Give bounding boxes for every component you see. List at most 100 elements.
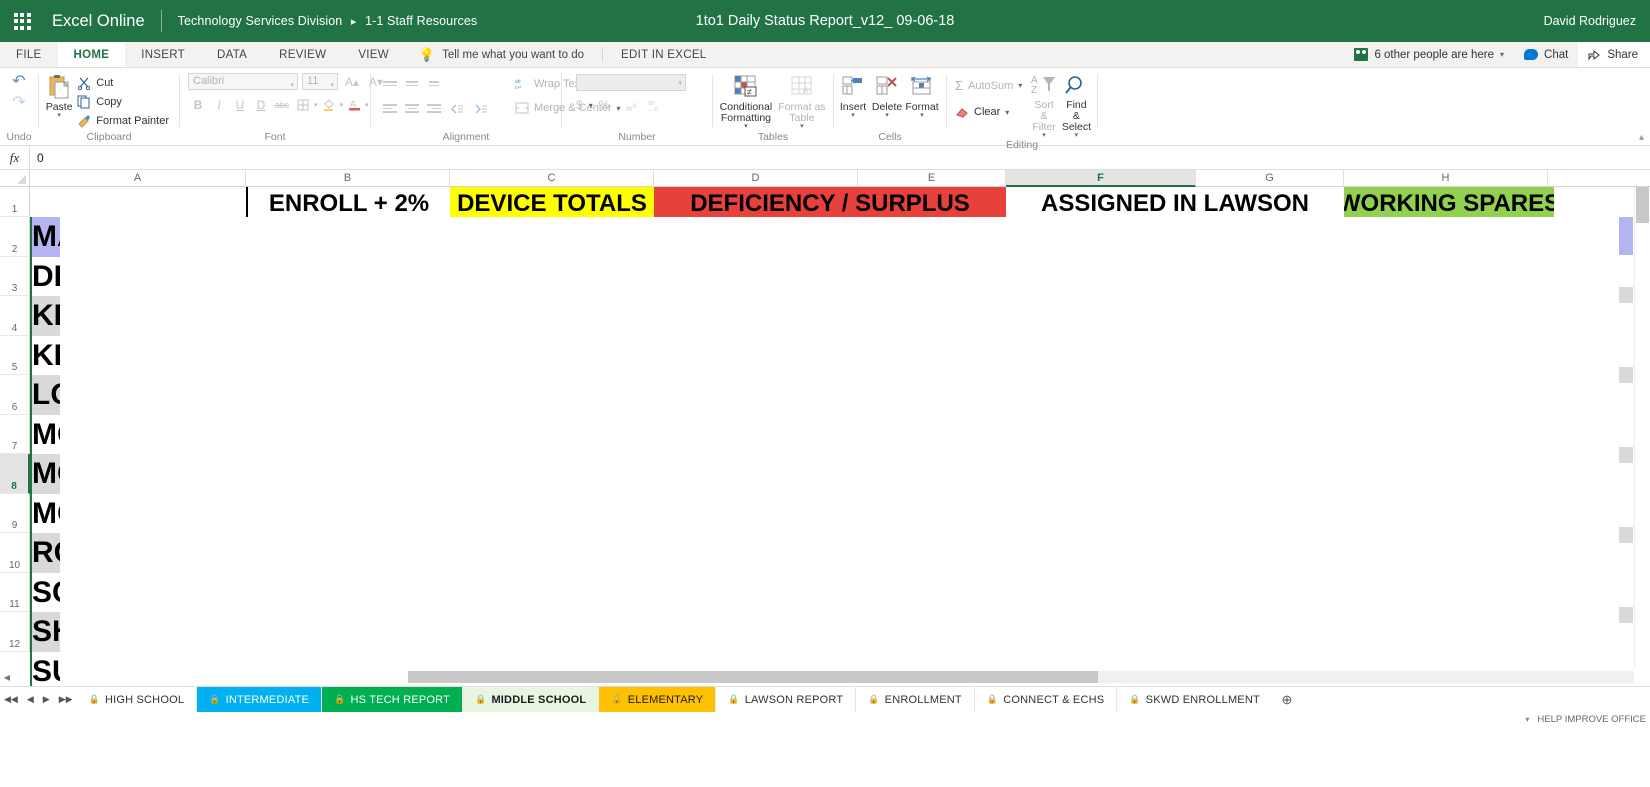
column-header-h[interactable]: H xyxy=(1344,170,1548,187)
row-header-5[interactable]: 5 xyxy=(0,335,30,375)
cell-area[interactable]: ENROLL + 2% DEVICE TOTALS DEFICIENCY / S… xyxy=(30,187,1650,686)
vertical-scrollbar-thumb[interactable] xyxy=(1636,187,1649,223)
vertical-scrollbar[interactable] xyxy=(1634,187,1650,668)
align-top-button[interactable] xyxy=(381,75,399,92)
sheet-tab-enrollment[interactable]: 🔒 ENROLLMENT xyxy=(856,687,975,712)
chevron-down-icon[interactable]: ▾ xyxy=(589,101,593,110)
strikethrough-button[interactable]: abc xyxy=(272,95,292,114)
chevron-down-icon[interactable]: ▾ xyxy=(744,123,748,130)
row-header-3[interactable]: 3 xyxy=(0,256,30,296)
column-header-g[interactable]: G xyxy=(1196,170,1344,187)
double-underline-button[interactable]: D xyxy=(251,95,271,114)
column-header-f[interactable]: F xyxy=(1006,170,1196,187)
row-header-11[interactable]: 11 xyxy=(0,572,30,612)
format-cells-button[interactable]: Format ▾ xyxy=(904,72,940,119)
help-improve-office-label[interactable]: HELP IMPROVE OFFICE xyxy=(1537,714,1646,725)
format-as-table-button[interactable]: A Format as Table ▾ xyxy=(777,72,827,130)
align-center-button[interactable] xyxy=(403,100,421,117)
copy-button[interactable]: Copy xyxy=(73,93,173,111)
status-caret-icon[interactable]: ▾ xyxy=(1525,715,1529,724)
next-sheet-icon[interactable]: ▶ xyxy=(43,694,50,705)
chevron-down-icon[interactable]: ▾ xyxy=(365,101,369,109)
cell-a4[interactable]: KEN xyxy=(30,296,60,336)
tab-home[interactable]: HOME xyxy=(57,42,126,67)
sheet-tab-high-school[interactable]: 🔒 HIGH SCHOOL xyxy=(76,687,198,712)
row-header-1[interactable]: 1 xyxy=(0,187,30,217)
align-middle-button[interactable] xyxy=(403,75,421,92)
cell-a3[interactable]: DEL xyxy=(30,257,60,297)
cut-button[interactable]: Cut xyxy=(73,74,173,92)
format-painter-button[interactable]: Format Painter xyxy=(73,112,173,130)
sheet-tab-middle-school[interactable]: 🔒 MIDDLE SCHOOL xyxy=(463,687,600,712)
cell-a12[interactable]: SHO xyxy=(30,612,60,652)
insert-cells-button[interactable]: Insert ▾ xyxy=(836,72,870,119)
tab-insert[interactable]: INSERT xyxy=(125,42,201,67)
banner-cell-h[interactable]: WORKING SPARES xyxy=(1344,187,1554,217)
percent-format-button[interactable]: % xyxy=(599,98,610,112)
chevron-down-icon[interactable]: ▾ xyxy=(885,112,889,119)
column-header-e[interactable]: E xyxy=(858,170,1006,187)
autosum-button[interactable]: Σ AutoSum ▾ xyxy=(951,76,1026,95)
row-header-6[interactable]: 6 xyxy=(0,375,30,415)
function-icon[interactable]: fx xyxy=(0,146,30,169)
horizontal-scrollbar[interactable]: ◀ xyxy=(0,668,1650,686)
chevron-down-icon[interactable]: ▾ xyxy=(290,78,294,93)
comma-format-button[interactable]: , xyxy=(615,98,618,112)
underline-button[interactable]: U xyxy=(230,95,250,114)
number-format-select[interactable]: ▾ xyxy=(576,74,686,91)
column-header-d[interactable]: D xyxy=(654,170,858,187)
column-header-b[interactable]: B xyxy=(246,170,450,187)
paste-button[interactable]: Paste ▾ xyxy=(45,72,73,119)
font-name-input[interactable]: Calibri ▾ xyxy=(188,73,298,90)
row-header-9[interactable]: 9 xyxy=(0,493,30,533)
sheet-tab-intermediate[interactable]: 🔒 INTERMEDIATE xyxy=(197,687,323,712)
formula-input[interactable]: 0 xyxy=(30,146,1650,169)
delete-cells-button[interactable]: Delete ▾ xyxy=(870,72,904,119)
tab-review[interactable]: REVIEW xyxy=(263,42,342,67)
chevron-down-icon[interactable]: ▾ xyxy=(340,101,344,109)
add-sheet-button[interactable]: ⊕ xyxy=(1272,687,1302,712)
align-right-button[interactable] xyxy=(425,100,443,117)
horizontal-scrollbar-thumb[interactable] xyxy=(408,671,1098,683)
row-header-12[interactable]: 12 xyxy=(0,612,30,652)
chevron-down-icon[interactable]: ▾ xyxy=(314,101,318,109)
row-header-2[interactable]: 2 xyxy=(0,217,30,257)
sheet-tab-lawson-report[interactable]: 🔒 LAWSON REPORT xyxy=(716,687,857,712)
banner-cell-a[interactable] xyxy=(30,187,246,217)
last-sheet-icon[interactable]: ▶▶ xyxy=(59,694,73,705)
app-name[interactable]: Excel Online xyxy=(44,12,161,31)
row-header-4[interactable]: 4 xyxy=(0,296,30,336)
tab-view[interactable]: VIEW xyxy=(342,42,405,67)
prev-sheet-icon[interactable]: ◀ xyxy=(27,694,34,705)
sort-filter-button[interactable]: A Z Sort & Filter ▾ xyxy=(1030,72,1058,139)
conditional-formatting-button[interactable]: ≠ Conditional Formatting ▾ xyxy=(719,72,773,130)
banner-cell-b[interactable]: ENROLL + 2% xyxy=(246,187,450,217)
cell-a11[interactable]: SCH xyxy=(30,573,60,613)
sheet-tab-elementary[interactable]: 🔒 ELEMENTARY xyxy=(599,687,717,712)
chevron-down-icon[interactable]: ▾ xyxy=(800,123,804,130)
tab-data[interactable]: DATA xyxy=(201,42,263,67)
font-size-input[interactable]: 11 ▾ xyxy=(302,73,338,90)
sheet-tab-connect-echs[interactable]: 🔒 CONNECT & ECHS xyxy=(974,687,1118,712)
chevron-down-icon[interactable]: ▾ xyxy=(678,79,682,87)
sheet-tab-hs-tech-report[interactable]: 🔒 HS TECH REPORT xyxy=(322,687,464,712)
banner-cell-d[interactable]: DEFICIENCY / SURPLUS xyxy=(654,187,1006,217)
redo-icon[interactable]: ↷ xyxy=(12,95,25,111)
chevron-down-icon[interactable]: ▾ xyxy=(920,112,924,119)
banner-cell-f[interactable]: ASSIGNED IN LAWSON xyxy=(1006,187,1344,217)
find-select-button[interactable]: Find & Select ▾ xyxy=(1062,72,1091,139)
collapse-ribbon-button[interactable]: ▴ xyxy=(1639,132,1644,143)
chevron-down-icon[interactable]: ▾ xyxy=(1005,108,1009,117)
row-header-7[interactable]: 7 xyxy=(0,414,30,454)
breadcrumb-root[interactable]: Technology Services Division xyxy=(178,14,343,28)
font-color-button[interactable]: A xyxy=(344,95,364,114)
cell-a6[interactable]: LON xyxy=(30,375,60,415)
increase-font-size-button[interactable]: A▴ xyxy=(342,72,362,91)
decrease-decimal-icon[interactable]: .00 →.0 xyxy=(647,99,663,111)
cell-a9[interactable]: MO xyxy=(30,494,60,534)
cell-a8[interactable]: MCK xyxy=(30,454,60,494)
tab-file[interactable]: FILE xyxy=(0,42,58,67)
chevron-down-icon[interactable]: ▾ xyxy=(1018,81,1022,90)
bold-button[interactable]: B xyxy=(188,95,208,114)
row-header-8[interactable]: 8 xyxy=(0,454,30,494)
